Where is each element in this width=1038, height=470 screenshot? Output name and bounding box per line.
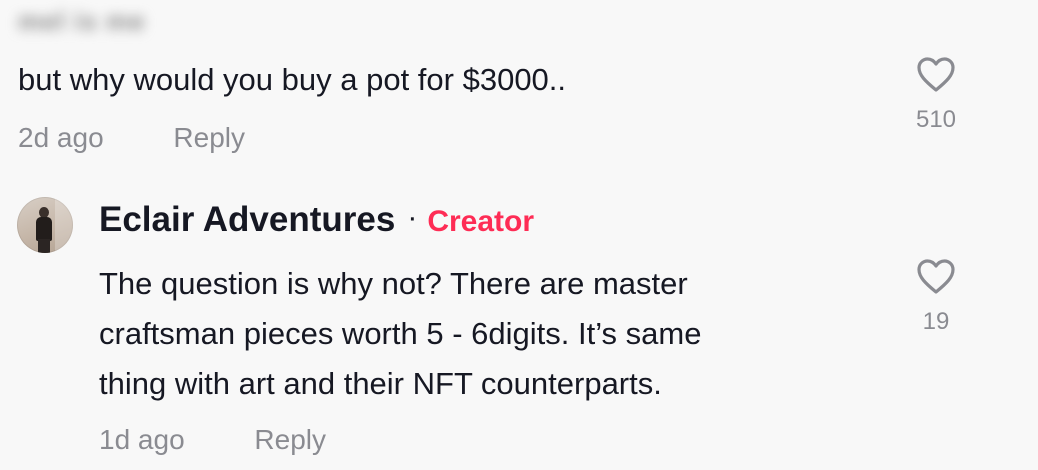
avatar-figure-legs [38,239,50,253]
heart-outline-icon[interactable] [916,56,956,94]
like-button[interactable]: 510 [901,56,971,134]
separator-dot: · [407,201,418,234]
avatar-figure-body [36,217,52,241]
heart-outline-icon[interactable] [916,258,956,296]
like-count: 510 [915,106,957,133]
comment-text-line: craftsman pieces worth 5 - 6digits. It’s… [99,316,702,351]
comment-timestamp: 1d ago [99,424,185,455]
like-count: 19 [922,308,950,335]
reply-button[interactable]: Reply [254,424,326,456]
comment-author-name-blurred[interactable]: mel is me [18,6,146,37]
comment-text: but why would you buy a pot for $3000.. [18,62,567,97]
comment-timestamp: 2d ago [18,122,104,153]
comment-thread: mel is me but why would you buy a pot fo… [0,0,1038,470]
comment-meta: 2d ago Reply [18,122,245,154]
comment-text-line: The question is why not? There are maste… [99,266,688,301]
comment-author-line: Eclair Adventures · Creator [99,200,534,240]
avatar-background [55,197,73,253]
comment-text: The question is why not? There are maste… [99,259,859,409]
avatar[interactable] [17,197,73,253]
comment-author-name[interactable]: Eclair Adventures [99,200,395,240]
comment-text-line: thing with art and their NFT counterpart… [99,366,662,401]
like-button[interactable]: 19 [901,258,971,336]
reply-button[interactable]: Reply [173,122,245,154]
creator-badge: Creator [427,205,535,238]
comment-meta: 1d ago Reply [99,424,326,456]
